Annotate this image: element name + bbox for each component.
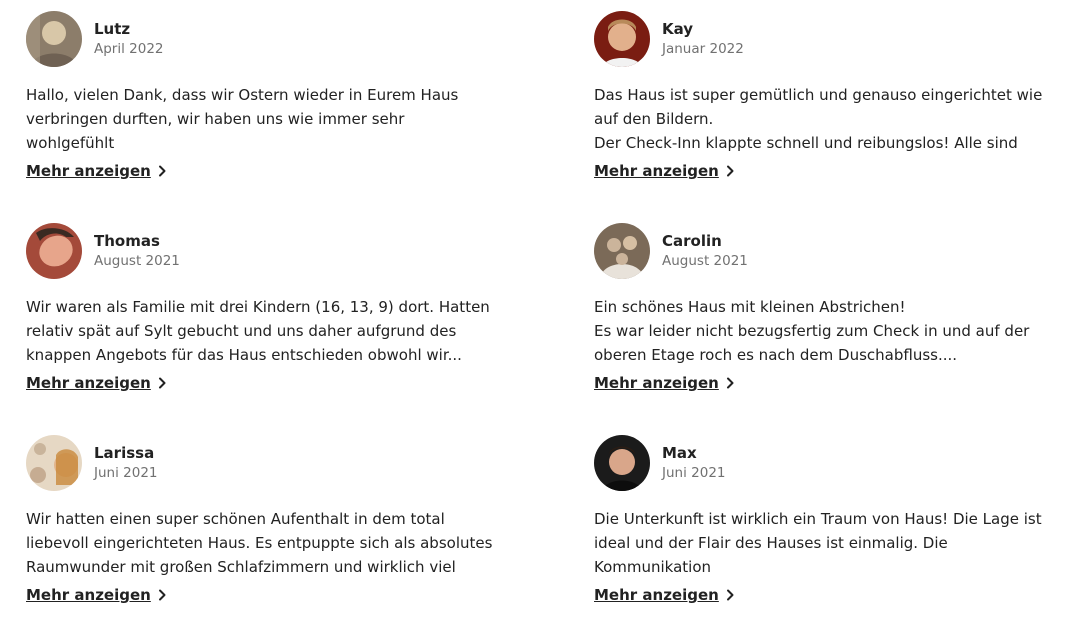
show-more-label: Mehr anzeigen <box>26 162 151 180</box>
show-more-link[interactable]: Mehr anzeigen <box>594 373 734 393</box>
show-more-label: Mehr anzeigen <box>26 374 151 392</box>
review-header: Kay Januar 2022 <box>594 11 1064 67</box>
review-date: April 2022 <box>94 41 164 57</box>
review-header: Larissa Juni 2021 <box>26 435 496 491</box>
show-more-label: Mehr anzeigen <box>594 162 719 180</box>
review-date: August 2021 <box>662 253 748 269</box>
review-card: Kay Januar 2022 Das Haus ist super gemüt… <box>594 11 1064 181</box>
review-text: Wir hatten einen super schönen Aufenthal… <box>26 510 493 576</box>
author-name: Carolin <box>662 232 722 250</box>
author-info: Larissa Juni 2021 <box>94 444 158 482</box>
avatar <box>26 11 82 67</box>
review-header: Thomas August 2021 <box>26 223 496 279</box>
author-name: Lutz <box>94 20 131 38</box>
author-name: Max <box>662 444 697 462</box>
author-name: Larissa <box>94 444 155 462</box>
chevron-right-icon <box>726 589 734 601</box>
author-name: Thomas <box>94 232 160 250</box>
review-header: Lutz April 2022 <box>26 11 496 67</box>
chevron-right-icon <box>158 589 166 601</box>
review-card: Larissa Juni 2021 Wir hatten einen super… <box>26 435 496 605</box>
author-info: Carolin August 2021 <box>662 232 748 270</box>
show-more-label: Mehr anzeigen <box>594 586 719 604</box>
show-more-link[interactable]: Mehr anzeigen <box>26 373 166 393</box>
avatar <box>594 11 650 67</box>
avatar <box>26 223 82 279</box>
show-more-link[interactable]: Mehr anzeigen <box>594 585 734 605</box>
avatar <box>594 223 650 279</box>
author-info: Thomas August 2021 <box>94 232 180 270</box>
review-card: Thomas August 2021 Wir waren als Familie… <box>26 223 496 393</box>
chevron-right-icon <box>726 377 734 389</box>
chevron-right-icon <box>158 377 166 389</box>
show-more-link[interactable]: Mehr anzeigen <box>26 161 166 181</box>
review-card: Max Juni 2021 Die Unterkunft ist wirklic… <box>594 435 1064 605</box>
avatar <box>26 435 82 491</box>
review-card: Lutz April 2022 Hallo, vielen Dank, dass… <box>26 11 496 181</box>
review-header: Carolin August 2021 <box>594 223 1064 279</box>
review-date: Juni 2021 <box>662 465 726 481</box>
show-more-link[interactable]: Mehr anzeigen <box>594 161 734 181</box>
chevron-right-icon <box>158 165 166 177</box>
review-card: Carolin August 2021 Ein schönes Haus mit… <box>594 223 1064 393</box>
show-more-link[interactable]: Mehr anzeigen <box>26 585 166 605</box>
review-text: Hallo, vielen Dank, dass wir Ostern wied… <box>26 86 459 152</box>
author-name: Kay <box>662 20 694 38</box>
review-header: Max Juni 2021 <box>594 435 1064 491</box>
author-info: Max Juni 2021 <box>662 444 726 482</box>
show-more-label: Mehr anzeigen <box>594 374 719 392</box>
review-date: Januar 2022 <box>662 41 744 57</box>
review-text: Wir waren als Familie mit drei Kindern (… <box>26 298 490 364</box>
review-text: Die Unterkunft ist wirklich ein Traum vo… <box>594 510 1042 576</box>
review-date: August 2021 <box>94 253 180 269</box>
avatar <box>594 435 650 491</box>
chevron-right-icon <box>726 165 734 177</box>
review-date: Juni 2021 <box>94 465 158 481</box>
review-text: Das Haus ist super gemütlich und genauso… <box>594 86 1043 152</box>
show-more-label: Mehr anzeigen <box>26 586 151 604</box>
author-info: Lutz April 2022 <box>94 20 164 58</box>
review-text: Ein schönes Haus mit kleinen Abstrichen!… <box>594 298 1030 364</box>
author-info: Kay Januar 2022 <box>662 20 744 58</box>
